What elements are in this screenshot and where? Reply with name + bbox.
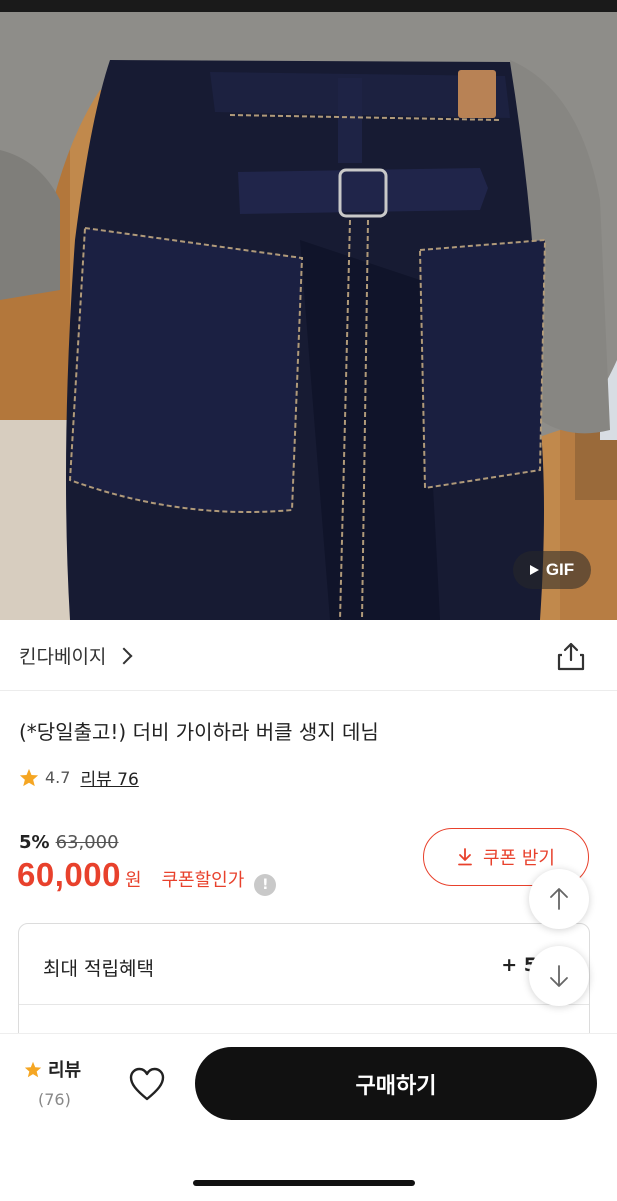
brand-name: 킨다베이지 [19, 646, 107, 668]
buy-button[interactable]: 구매하기 [195, 1047, 597, 1120]
divider [19, 1004, 589, 1005]
product-title: (*당일출고!) 더비 가이하라 버클 생지 데님 [19, 720, 379, 744]
coupon-button-label: 쿠폰 받기 [483, 848, 555, 869]
heart-icon[interactable] [128, 1066, 166, 1102]
arrow-down-icon [550, 965, 568, 987]
sale-price: 60,000 [17, 856, 121, 893]
product-image[interactable]: GIF [0, 0, 617, 620]
scroll-up-button[interactable] [529, 869, 589, 929]
rating-row: 4.7 리뷰 76 [19, 765, 139, 790]
rating-value: 4.7 [45, 768, 71, 787]
arrow-up-icon [550, 888, 568, 910]
gif-badge[interactable]: GIF [513, 551, 591, 589]
original-price: 63,000 [55, 832, 119, 853]
info-icon[interactable]: ! [254, 874, 277, 896]
product-photo [0, 0, 617, 620]
share-icon[interactable] [555, 640, 587, 672]
play-icon [529, 565, 539, 575]
coupon-price-label: 쿠폰할인가 [161, 870, 245, 891]
review-summary-count: (76) [38, 1090, 71, 1109]
discount-row: 5% 63,000 [19, 832, 119, 853]
discount-rate: 5% [19, 832, 50, 853]
review-link[interactable]: 리뷰 76 [80, 765, 138, 790]
download-icon [458, 848, 472, 866]
brand-link[interactable]: 킨다베이지 [19, 642, 133, 669]
gif-label: GIF [545, 560, 575, 579]
price-unit: 원 [124, 870, 142, 891]
star-icon [19, 768, 39, 787]
buy-button-label: 구매하기 [355, 1073, 437, 1099]
benefit-title: 최대 적립혜택 [43, 958, 154, 980]
price-row: 60,000 원 쿠폰할인가 ! [17, 856, 277, 896]
review-summary[interactable]: 리뷰 (76) [24, 1056, 94, 1109]
home-indicator [193, 1180, 415, 1186]
chevron-right-icon [115, 647, 133, 664]
star-icon [24, 1061, 42, 1077]
scroll-down-button[interactable] [529, 946, 589, 1006]
review-summary-label: 리뷰 [48, 1060, 82, 1081]
brand-row: 킨다베이지 [0, 620, 617, 691]
